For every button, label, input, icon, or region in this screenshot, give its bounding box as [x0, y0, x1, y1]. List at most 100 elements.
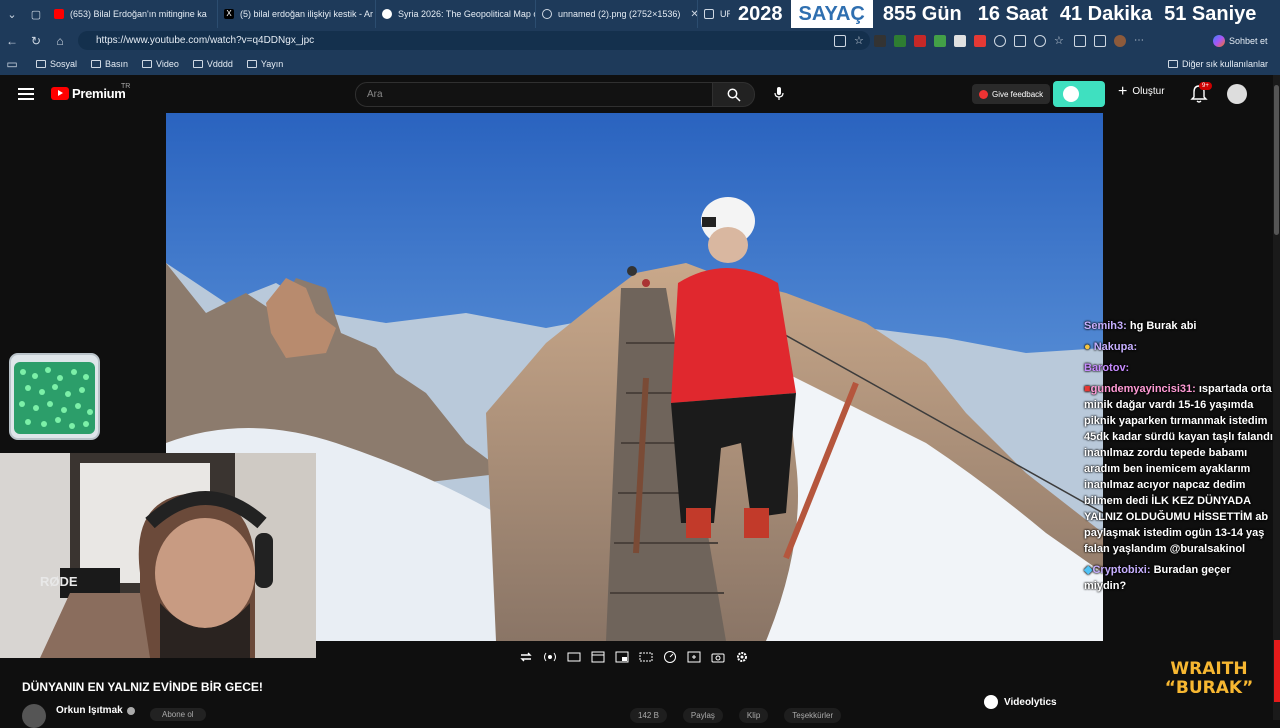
screenshot-camera-icon[interactable]: [710, 649, 726, 665]
videolytics-widget[interactable]: Videolytics: [984, 692, 1057, 712]
search-input[interactable]: Ara: [355, 82, 713, 107]
chat-text: hg Burak abi: [1129, 320, 1197, 332]
youtube-premium-logo[interactable]: Premium: [72, 86, 126, 101]
settings-gear-icon[interactable]: [734, 649, 750, 665]
picture-in-picture-icon[interactable]: [614, 649, 630, 665]
search-icon: [727, 88, 741, 102]
url-text[interactable]: https://www.youtube.com/watch?v=q4DDNgx_…: [96, 35, 314, 46]
thanks-button[interactable]: Teşekkürler: [784, 708, 842, 723]
collections-icon[interactable]: [1074, 34, 1086, 47]
browser-tab[interactable]: Syria 2026: The Geopolitical Map o ✕: [376, 0, 536, 28]
extension-icon[interactable]: [914, 34, 926, 47]
profile-avatar[interactable]: [1114, 34, 1126, 47]
like-button[interactable]: 142 B: [630, 708, 667, 723]
extension-toggle[interactable]: [1053, 81, 1105, 107]
copilot-chat-button[interactable]: Sohbet et: [1213, 31, 1268, 50]
bookmark-folder[interactable]: Vdddd: [192, 59, 233, 69]
chat-message: ◆Cryptobixi: Buradan geçer miydin?: [1084, 562, 1274, 594]
create-button[interactable]: + Oluştur: [1118, 82, 1165, 100]
subscribe-button[interactable]: Abone ol: [150, 708, 206, 721]
countdown-seconds: 51 Saniye: [1158, 0, 1263, 28]
extension-icon[interactable]: [974, 34, 986, 47]
plus-icon: +: [1118, 82, 1128, 100]
red-accent-bar: [1274, 640, 1280, 702]
voice-search-button[interactable]: [768, 83, 790, 105]
channel-avatar[interactable]: [22, 704, 46, 728]
favorites-icon[interactable]: ☆: [1054, 35, 1066, 47]
favorite-star-icon[interactable]: ☆: [854, 35, 866, 47]
bookmarks-bar: ▭ Sosyal Basın Video Vdddd Yayın Diğer s…: [0, 53, 1280, 75]
x-icon: X: [224, 9, 234, 19]
browser-tab[interactable]: X (5) bilal erdoğan ilişkiyi kestik - Ar…: [218, 0, 376, 28]
url-bar[interactable]: https://www.youtube.com/watch?v=q4DDNgx_…: [78, 31, 870, 50]
notification-badge: 9+: [1199, 82, 1212, 90]
extension-icon[interactable]: [894, 34, 906, 47]
bookmark-menu-icon[interactable]: ▭: [0, 52, 24, 77]
filmstrip-icon[interactable]: [590, 649, 606, 665]
screen-fit-icon[interactable]: [638, 649, 654, 665]
feedback-label: Give feedback: [992, 89, 1044, 99]
extension-icon[interactable]: [954, 34, 966, 47]
extension-icon[interactable]: [994, 34, 1006, 47]
workspaces-icon[interactable]: ▢: [24, 0, 48, 28]
tab-list-chevron-icon[interactable]: ⌄: [0, 0, 24, 28]
account-avatar[interactable]: [1227, 84, 1247, 104]
other-bookmarks[interactable]: Diğer sık kullanılanlar: [1167, 59, 1268, 69]
extensions-puzzle-icon[interactable]: [1034, 34, 1046, 47]
speed-icon[interactable]: [662, 649, 678, 665]
menu-icon[interactable]: [18, 88, 34, 100]
cinema-mode-icon[interactable]: [566, 649, 582, 665]
folder-icon: [142, 60, 153, 68]
bookmark-folder[interactable]: Yayın: [246, 59, 283, 69]
share-button[interactable]: Paylaş: [682, 708, 723, 723]
bookmark-folder[interactable]: Sosyal: [36, 59, 77, 69]
tab-title: (653) Bilal Erdoğan'ın mitingine ka: [70, 9, 207, 19]
bookmark-label: Video: [156, 59, 179, 69]
copilot-chat-label: Sohbet et: [1229, 35, 1268, 46]
youtube-logo-icon[interactable]: [51, 87, 69, 100]
videolytics-label: Videolytics: [1004, 696, 1057, 708]
more-icon[interactable]: ⋯: [1134, 35, 1146, 47]
browser-tab[interactable]: (653) Bilal Erdoğan'ın mitingine ka ✕: [48, 0, 218, 28]
extension-icon[interactable]: [934, 34, 946, 47]
close-icon[interactable]: ✕: [686, 9, 697, 20]
tab-title: (5) bilal erdoğan ilişkiyi kestik - Ar: [240, 9, 374, 19]
bookmark-folder[interactable]: Video: [142, 59, 179, 69]
browser-tab[interactable]: unnamed (2).png (2752×1536) ✕: [536, 0, 698, 28]
bookmark-label: Sosyal: [50, 59, 78, 69]
search-button[interactable]: [713, 82, 755, 107]
folder-icon: [36, 60, 46, 68]
globe-icon: [382, 9, 392, 19]
feedback-icon: [979, 89, 988, 99]
read-mode-icon[interactable]: [834, 34, 846, 47]
refresh-icon[interactable]: ↻: [24, 28, 48, 53]
home-icon[interactable]: ⌂: [48, 28, 72, 53]
scrollbar-thumb[interactable]: [1274, 85, 1279, 235]
video-title: DÜNYANIN EN YALNIZ EVİNDE BİR GECE!: [22, 680, 263, 694]
page-scrollbar[interactable]: [1273, 75, 1280, 720]
channel-name[interactable]: Orkun Işıtmak: [56, 705, 123, 716]
tab-title: Syria 2026: The Geopolitical Map o: [398, 9, 536, 19]
folder-icon: [1167, 60, 1178, 68]
back-icon[interactable]: ←: [0, 28, 24, 53]
chat-username: gundemyayincisi31:: [1090, 383, 1196, 395]
bookmark-folder[interactable]: Basın: [91, 59, 128, 69]
split-screen-icon[interactable]: [1014, 34, 1026, 47]
add-to-queue-icon[interactable]: [686, 649, 702, 665]
audio-icon[interactable]: [542, 649, 558, 665]
verified-icon: [126, 706, 135, 715]
emote-icon: ●: [1084, 341, 1091, 353]
copilot-icon: [1213, 34, 1225, 47]
extension-icon[interactable]: [874, 34, 886, 47]
give-feedback-button[interactable]: Give feedback: [972, 84, 1051, 104]
search-placeholder: Ara: [367, 89, 383, 100]
microphone-icon: [774, 87, 784, 100]
clip-button[interactable]: Klip: [738, 708, 769, 723]
channel-name-row[interactable]: Orkun Işıtmak: [56, 705, 135, 716]
loop-icon[interactable]: [518, 649, 534, 665]
chat-message: ● Nakupa:: [1084, 339, 1274, 355]
countdown-year: 2028: [730, 0, 791, 28]
wraith-logo-line2: “BURAK”: [1164, 678, 1254, 698]
chat-message: Semih3: hg Burak abi: [1084, 318, 1274, 334]
browser-essentials-icon[interactable]: [1094, 34, 1106, 47]
